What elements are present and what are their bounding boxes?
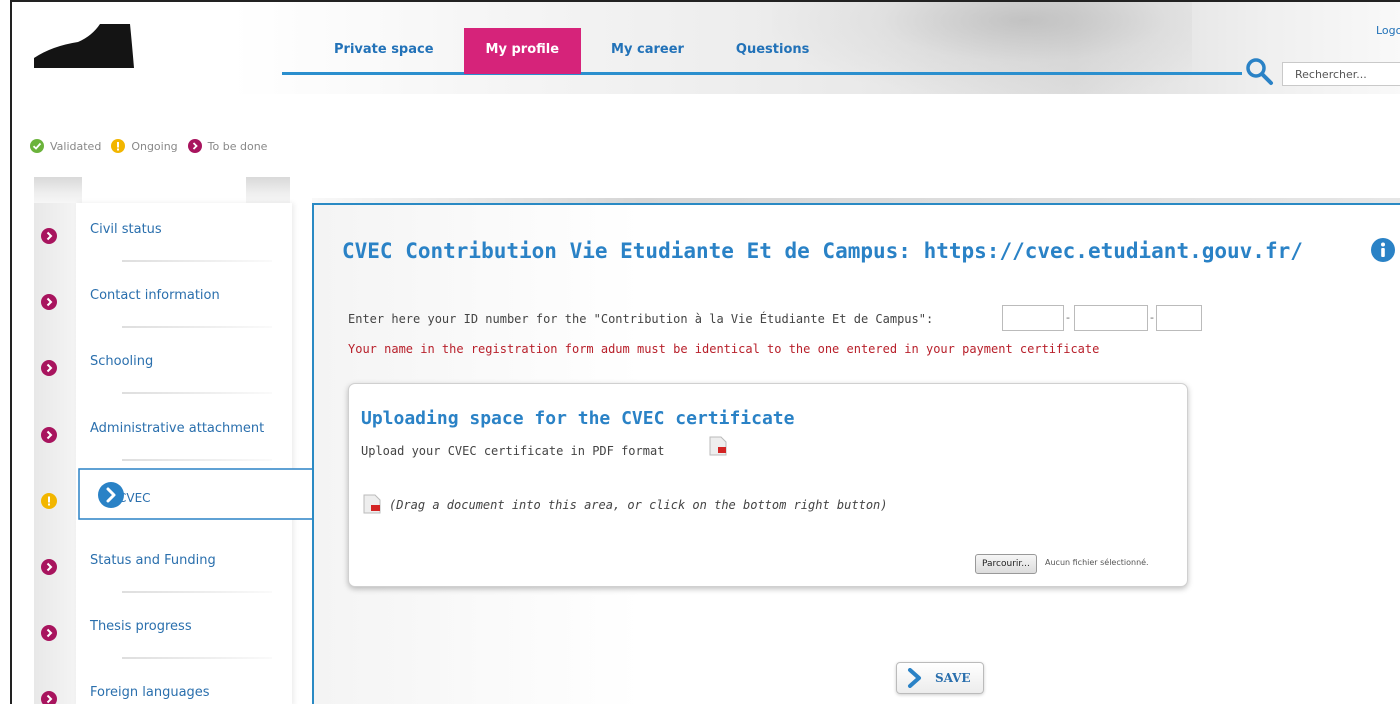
- info-icon[interactable]: [1370, 237, 1396, 263]
- save-label: SAVE: [935, 671, 971, 685]
- todo-status-icon: [41, 228, 57, 244]
- todo-status-icon: [41, 294, 57, 310]
- main-border: [312, 203, 1400, 205]
- page-frame: Private space My profile My career Quest…: [10, 0, 1400, 704]
- drop-zone-text: (Drag a document into this area, or clic…: [389, 498, 888, 512]
- menu-item-label: Thesis progress: [90, 619, 192, 634]
- todo-status-icon: [41, 691, 57, 704]
- menu-item-administrative-attachment[interactable]: Administrative attachment: [12, 402, 312, 468]
- legend-ongoing: Ongoing: [111, 139, 178, 153]
- todo-status-icon: [41, 427, 57, 443]
- menu-item-label: Foreign languages: [90, 685, 210, 700]
- id-separator: -: [1150, 311, 1154, 324]
- menu-item-thesis-progress[interactable]: Thesis progress: [12, 600, 312, 666]
- exclamation-icon: [111, 139, 126, 153]
- cvec-id-field-3[interactable]: [1156, 305, 1202, 331]
- nav-my-career[interactable]: My career: [589, 28, 706, 74]
- upload-hint: Upload your CVEC certificate in PDF form…: [361, 444, 664, 458]
- menu-item-cvec[interactable]: CVEC: [12, 468, 312, 534]
- legend-todo: To be done: [187, 139, 268, 153]
- status-legend: Validated Ongoing To be done: [30, 139, 277, 153]
- ongoing-status-icon: [41, 493, 57, 509]
- upload-panel: Uploading space for the CVEC certificate…: [348, 383, 1188, 587]
- nav-my-profile[interactable]: My profile: [463, 28, 582, 74]
- login-link[interactable]: Logo: [1376, 24, 1400, 37]
- todo-status-icon: [41, 559, 57, 575]
- cvec-id-field-2[interactable]: [1074, 305, 1148, 331]
- menu-separator: [122, 591, 272, 593]
- chevron-right-circle-icon: [187, 139, 202, 153]
- id-separator: -: [1066, 311, 1070, 324]
- header: Private space My profile My career Quest…: [12, 2, 1400, 102]
- nav-questions[interactable]: Questions: [714, 28, 831, 74]
- legend-validated-label: Validated: [50, 139, 102, 153]
- chevron-right-icon: [98, 482, 124, 508]
- menu-separator: [122, 657, 272, 659]
- menu-item-status-and-funding[interactable]: Status and Funding: [12, 534, 312, 600]
- pdf-file-icon: [709, 436, 727, 456]
- save-button[interactable]: SAVE: [896, 662, 984, 694]
- upload-title: Uploading space for the CVEC certificate: [361, 408, 795, 429]
- browse-button[interactable]: Parcourir...: [975, 554, 1037, 574]
- drop-zone[interactable]: (Drag a document into this area, or clic…: [361, 492, 1161, 522]
- upload-hint-label: Upload your CVEC certificate in PDF form…: [361, 444, 665, 458]
- search-input[interactable]: [1282, 62, 1400, 86]
- cvec-id-field-1[interactable]: [1002, 305, 1064, 331]
- pdf-file-icon: [363, 494, 381, 514]
- menu-separator: [122, 459, 272, 461]
- avatar: [34, 24, 134, 68]
- legend-ongoing-label: Ongoing: [131, 139, 178, 153]
- menu-item-contact-information[interactable]: Contact information: [12, 269, 312, 335]
- name-warning: Your name in the registration form adum …: [348, 342, 1100, 356]
- menu-item-label: Status and Funding: [90, 553, 216, 568]
- legend-validated: Validated: [30, 139, 101, 153]
- search-icon[interactable]: [1244, 56, 1274, 86]
- menu-top-decoration: [34, 177, 290, 203]
- menu-item-label: Administrative attachment: [90, 421, 265, 436]
- cvec-id-label: Enter here your ID number for the "Contr…: [348, 312, 934, 326]
- menu-item-label: Schooling: [90, 354, 154, 369]
- menu-item-schooling[interactable]: Schooling: [12, 335, 312, 401]
- chevron-right-icon: [908, 668, 921, 688]
- legend-todo-label: To be done: [207, 139, 268, 153]
- menu-item-foreign-languages[interactable]: Foreign languages: [12, 666, 312, 704]
- main-nav: Private space My profile My career Quest…: [312, 28, 839, 74]
- menu-separator: [122, 260, 272, 262]
- page-title: CVEC Contribution Vie Etudiante Et de Ca…: [342, 239, 1303, 263]
- main-border: [312, 203, 314, 704]
- menu-item-label: Civil status: [90, 222, 162, 237]
- menu-separator: [122, 392, 272, 394]
- file-status: Aucun fichier sélectionné.: [1045, 558, 1149, 567]
- todo-status-icon: [41, 360, 57, 376]
- todo-status-icon: [41, 625, 57, 641]
- menu-item-label: Contact information: [90, 288, 220, 303]
- menu-separator: [122, 326, 272, 328]
- nav-private-space[interactable]: Private space: [312, 28, 456, 74]
- check-icon: [30, 139, 44, 153]
- menu-item-civil-status[interactable]: Civil status: [12, 203, 312, 269]
